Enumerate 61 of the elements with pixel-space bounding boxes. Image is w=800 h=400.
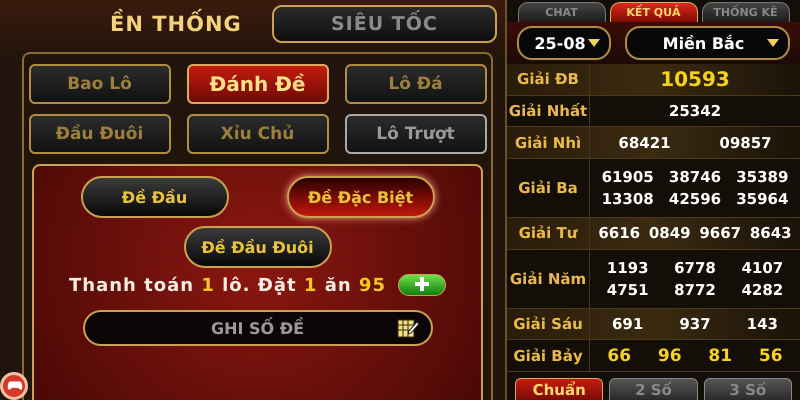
- result-tab[interactable]: Chuẩn: [515, 378, 604, 400]
- bet-type-button[interactable]: Đầu Đuôi: [28, 114, 170, 154]
- prize-number: 68421: [617, 134, 672, 152]
- prize-label: Giải Nhì: [507, 127, 590, 158]
- prize-number: 96: [656, 346, 683, 366]
- prize-number: 13308: [600, 190, 655, 208]
- prize-number: 42596: [668, 190, 722, 208]
- prize-number: 6778: [673, 258, 717, 277]
- prize-number: 4751: [606, 280, 650, 299]
- result-tab[interactable]: 2 Số: [609, 378, 698, 400]
- plus-button[interactable]: [398, 274, 446, 296]
- prize-label: Giải Tư: [507, 218, 590, 249]
- result-tab[interactable]: 3 Số: [704, 378, 792, 400]
- prize-number: 25342: [668, 102, 722, 120]
- prize-label: Giải ĐB: [507, 64, 590, 95]
- prize-number: 38746: [668, 168, 722, 186]
- panel-tab[interactable]: KẾT QUẢ: [610, 2, 698, 22]
- prize-number: 35964: [735, 190, 790, 208]
- date-dropdown[interactable]: 25-08: [517, 26, 611, 60]
- prize-label: Giải Sáu: [507, 308, 590, 340]
- caret-icon: [587, 38, 601, 48]
- prize-number: 691: [611, 315, 644, 334]
- prize-number: 35389: [735, 168, 790, 186]
- prize-number: 937: [678, 315, 712, 334]
- prize-number: 4107: [740, 258, 784, 277]
- prize-number: 0849: [648, 224, 692, 242]
- mode-tab[interactable]: ỀN THỐNG: [100, 5, 252, 43]
- prize-number: 61905: [600, 168, 655, 186]
- prize-label: Giải Ba: [507, 158, 590, 217]
- prize-number: 10593: [659, 67, 731, 92]
- panel-tab[interactable]: THỐNG KÊ: [702, 2, 790, 22]
- payout-text: Thanh toán 1 lô. Đặt 1 ăn 95: [69, 274, 386, 296]
- sub-type-button[interactable]: Đề Đầu Đuôi: [184, 226, 332, 268]
- bet-type-button[interactable]: Đánh Đề: [186, 64, 328, 104]
- mode-tab[interactable]: SIÊU TỐC: [272, 5, 497, 43]
- prize-number: 8643: [748, 224, 793, 242]
- prize-number: 81: [707, 346, 734, 366]
- prize-label: Giải Bảy: [507, 340, 590, 371]
- plus-icon: [414, 276, 430, 292]
- number-input-field[interactable]: GHI SỐ ĐỀ: [82, 310, 432, 346]
- prize-number: 09857: [718, 134, 773, 152]
- prize-number: 9667: [698, 224, 742, 242]
- prize-label: Giải Năm: [507, 250, 590, 308]
- bet-type-button[interactable]: Lô Đá: [344, 64, 486, 104]
- prize-number: 8772: [673, 280, 717, 299]
- gamepad-icon: [7, 379, 23, 392]
- sub-type-button[interactable]: Đề Đặc Biệt: [286, 176, 434, 218]
- sub-type-button[interactable]: Đề Đầu: [80, 176, 228, 218]
- panel-tab[interactable]: CHAT: [518, 2, 606, 22]
- prize-number: 4282: [740, 280, 784, 299]
- prize-number: 66: [606, 346, 632, 366]
- prize-number: 1193: [606, 258, 650, 277]
- region-dropdown[interactable]: Miền Bắc: [625, 26, 790, 60]
- prize-number: 143: [746, 315, 779, 334]
- prize-number: 56: [758, 346, 784, 366]
- prize-label: Giải Nhất: [507, 96, 590, 126]
- caret-icon: [766, 38, 780, 48]
- bet-type-button[interactable]: Bao Lô: [28, 64, 170, 104]
- prize-number: 6616: [597, 224, 642, 242]
- bet-type-button[interactable]: Xỉu Chủ: [186, 114, 328, 154]
- edit-grid-icon[interactable]: [396, 317, 418, 339]
